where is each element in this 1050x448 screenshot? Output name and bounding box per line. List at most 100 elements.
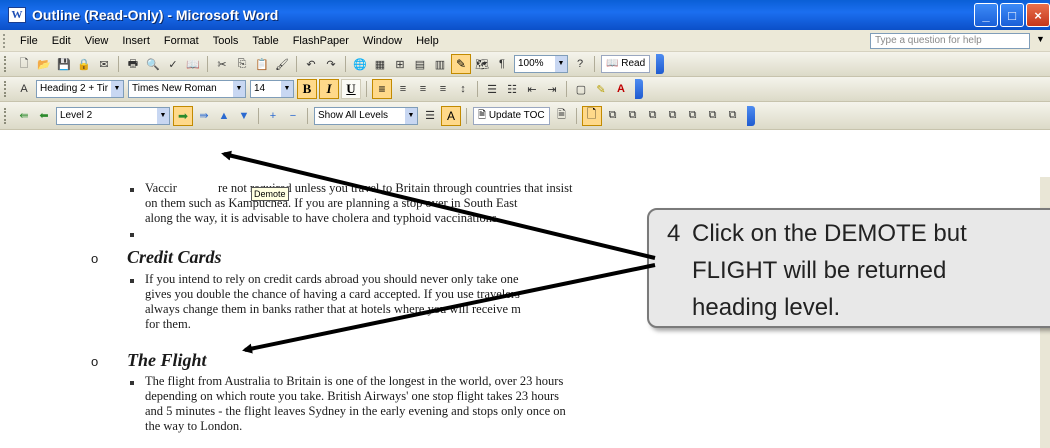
demote-to-body-icon[interactable]: ⇛ xyxy=(195,107,213,125)
maximize-button[interactable]: □ xyxy=(1000,3,1024,27)
promote-icon[interactable]: ⬅ xyxy=(35,107,53,125)
borders-icon[interactable]: ▢ xyxy=(572,80,590,98)
justify-icon[interactable]: ≡ xyxy=(434,80,452,98)
demote-button[interactable]: ➡ xyxy=(173,105,193,126)
zoom-select[interactable]: 100% ▼ xyxy=(514,55,568,73)
read-button[interactable]: 📖 Read xyxy=(601,55,651,73)
master-document-view-icon[interactable]: 🗋 xyxy=(581,105,602,126)
decrease-indent-icon[interactable]: ⇤ xyxy=(523,80,541,98)
insert-excel-icon[interactable]: ▤ xyxy=(411,55,429,73)
hyperlink-icon[interactable]: 🌐 xyxy=(351,55,369,73)
align-right-icon[interactable]: ≡ xyxy=(414,80,432,98)
merge-subdocument-icon[interactable]: ⧉ xyxy=(684,107,702,125)
callout-line-1: Click on the DEMOTE but xyxy=(692,220,967,247)
paste-icon[interactable]: 📋 xyxy=(253,55,271,73)
align-left-icon[interactable]: ≡ xyxy=(372,79,392,99)
outline-level-select[interactable]: Level 2 ▼ xyxy=(56,106,170,125)
highlight-icon[interactable]: ✎ xyxy=(592,80,610,98)
menu-window[interactable]: Window xyxy=(356,35,409,47)
collapse-icon[interactable]: − xyxy=(284,107,302,125)
styles-icon[interactable]: A xyxy=(15,80,33,98)
menu-view[interactable]: View xyxy=(78,35,116,47)
close-button[interactable]: × xyxy=(1026,3,1050,27)
bullet-marker xyxy=(130,233,134,237)
create-subdocument-icon[interactable]: ⧉ xyxy=(624,107,642,125)
email-icon[interactable]: ✉ xyxy=(95,55,113,73)
underline-button[interactable]: U xyxy=(341,79,361,99)
research-icon[interactable]: 📖 xyxy=(184,55,202,73)
split-subdocument-icon[interactable]: ⧉ xyxy=(704,107,722,125)
copy-icon[interactable]: ⎘ xyxy=(233,55,251,73)
menu-tools[interactable]: Tools xyxy=(206,35,246,47)
cut-icon[interactable]: ✂ xyxy=(213,55,231,73)
drawing-icon[interactable]: ✎ xyxy=(451,54,471,74)
line-spacing-icon[interactable]: ↕ xyxy=(454,80,472,98)
collapse-subdocuments-icon[interactable]: ⧉ xyxy=(604,107,622,125)
menu-edit[interactable]: Edit xyxy=(45,35,78,47)
help-dropdown-icon[interactable]: ▼ xyxy=(1036,34,1045,44)
bold-button[interactable]: B xyxy=(297,79,317,99)
align-center-icon[interactable]: ≡ xyxy=(394,80,412,98)
para3-line3: and 5 minutes - the flight leaves Sydney… xyxy=(145,404,566,418)
show-level-select[interactable]: Show All Levels ▼ xyxy=(314,106,418,125)
menu-table[interactable]: Table xyxy=(245,35,285,47)
style-select[interactable]: Heading 2 + Tir ▼ xyxy=(36,80,124,98)
move-down-icon[interactable]: ▼ xyxy=(235,107,253,125)
save-icon[interactable]: 💾 xyxy=(55,55,73,73)
toolbar-grip[interactable] xyxy=(4,56,8,72)
toolbar-grip[interactable] xyxy=(4,81,8,97)
formatting-toolbar: A Heading 2 + Tir ▼ Times New Roman ▼ 14 ▼ … xyxy=(0,77,1050,102)
spelling-icon[interactable]: ✓ xyxy=(164,55,182,73)
italic-button[interactable]: I xyxy=(319,79,339,99)
callout-line-2: FLIGHT will be returned xyxy=(692,257,947,284)
show-first-line-icon[interactable]: ☰ xyxy=(421,107,439,125)
menu-flashpaper[interactable]: FlashPaper xyxy=(286,35,356,47)
callout-line-3: heading level. xyxy=(692,294,841,321)
new-document-icon[interactable]: 🗋 xyxy=(15,55,33,73)
outlining-toolbar: ⇚ ⬅ Level 2 ▼ ➡ ⇛ ▲ ▼ + − Show All Levels… xyxy=(0,102,1050,130)
print-preview-icon[interactable]: 🔍 xyxy=(144,55,162,73)
font-select[interactable]: Times New Roman ▼ xyxy=(128,80,246,98)
minimize-button[interactable]: _ xyxy=(974,3,998,27)
document-map-icon[interactable]: 🗺 xyxy=(473,55,491,73)
font-size-select[interactable]: 14 ▼ xyxy=(250,80,294,98)
increase-indent-icon[interactable]: ⇥ xyxy=(543,80,561,98)
menu-format[interactable]: Format xyxy=(157,35,206,47)
para2-line3: always change them in banks rather that … xyxy=(145,302,521,316)
move-up-icon[interactable]: ▲ xyxy=(215,107,233,125)
menu-help[interactable]: Help xyxy=(409,35,446,47)
insert-table-icon[interactable]: ⊞ xyxy=(391,55,409,73)
columns-icon[interactable]: ▥ xyxy=(431,55,449,73)
update-toc-button[interactable]: 🗎 Update TOC xyxy=(473,106,550,125)
promote-to-heading1-icon[interactable]: ⇚ xyxy=(15,107,33,125)
bullet-marker xyxy=(130,279,134,283)
format-painter-icon[interactable]: 🖌 xyxy=(273,55,291,73)
redo-icon[interactable]: ↷ xyxy=(322,55,340,73)
help-search-input[interactable]: Type a question for help xyxy=(870,33,1030,49)
insert-subdocument-icon[interactable]: ⧉ xyxy=(664,107,682,125)
menu-file[interactable]: File xyxy=(13,35,45,47)
remove-subdocument-icon[interactable]: ⧉ xyxy=(644,107,662,125)
toolbar-grip[interactable] xyxy=(4,107,8,124)
open-icon[interactable]: 📂 xyxy=(35,55,53,73)
font-color-icon[interactable]: A xyxy=(612,80,630,98)
permission-icon[interactable]: 🔒 xyxy=(75,55,93,73)
undo-icon[interactable]: ↶ xyxy=(302,55,320,73)
numbering-icon[interactable]: ☰ xyxy=(483,80,501,98)
bullet-marker xyxy=(130,188,134,192)
tables-borders-icon[interactable]: ▦ xyxy=(371,55,389,73)
heading-bullet: o xyxy=(91,251,99,266)
show-formatting-icon[interactable]: A xyxy=(441,105,461,126)
menu-insert[interactable]: Insert xyxy=(115,35,157,47)
help-icon[interactable]: ? xyxy=(571,55,589,73)
menu-grip[interactable] xyxy=(3,33,7,48)
print-icon[interactable]: 🖶 xyxy=(124,55,142,73)
lock-document-icon[interactable]: ⧉ xyxy=(724,107,742,125)
demote-tooltip: Demote xyxy=(251,187,289,201)
heading-the-flight: The Flight xyxy=(127,350,207,370)
go-to-toc-icon[interactable]: 🗎 xyxy=(553,107,571,125)
callout-step-number: 4 xyxy=(667,220,681,247)
bullets-icon[interactable]: ☷ xyxy=(503,80,521,98)
show-hide-icon[interactable]: ¶ xyxy=(493,55,511,73)
expand-icon[interactable]: + xyxy=(264,107,282,125)
